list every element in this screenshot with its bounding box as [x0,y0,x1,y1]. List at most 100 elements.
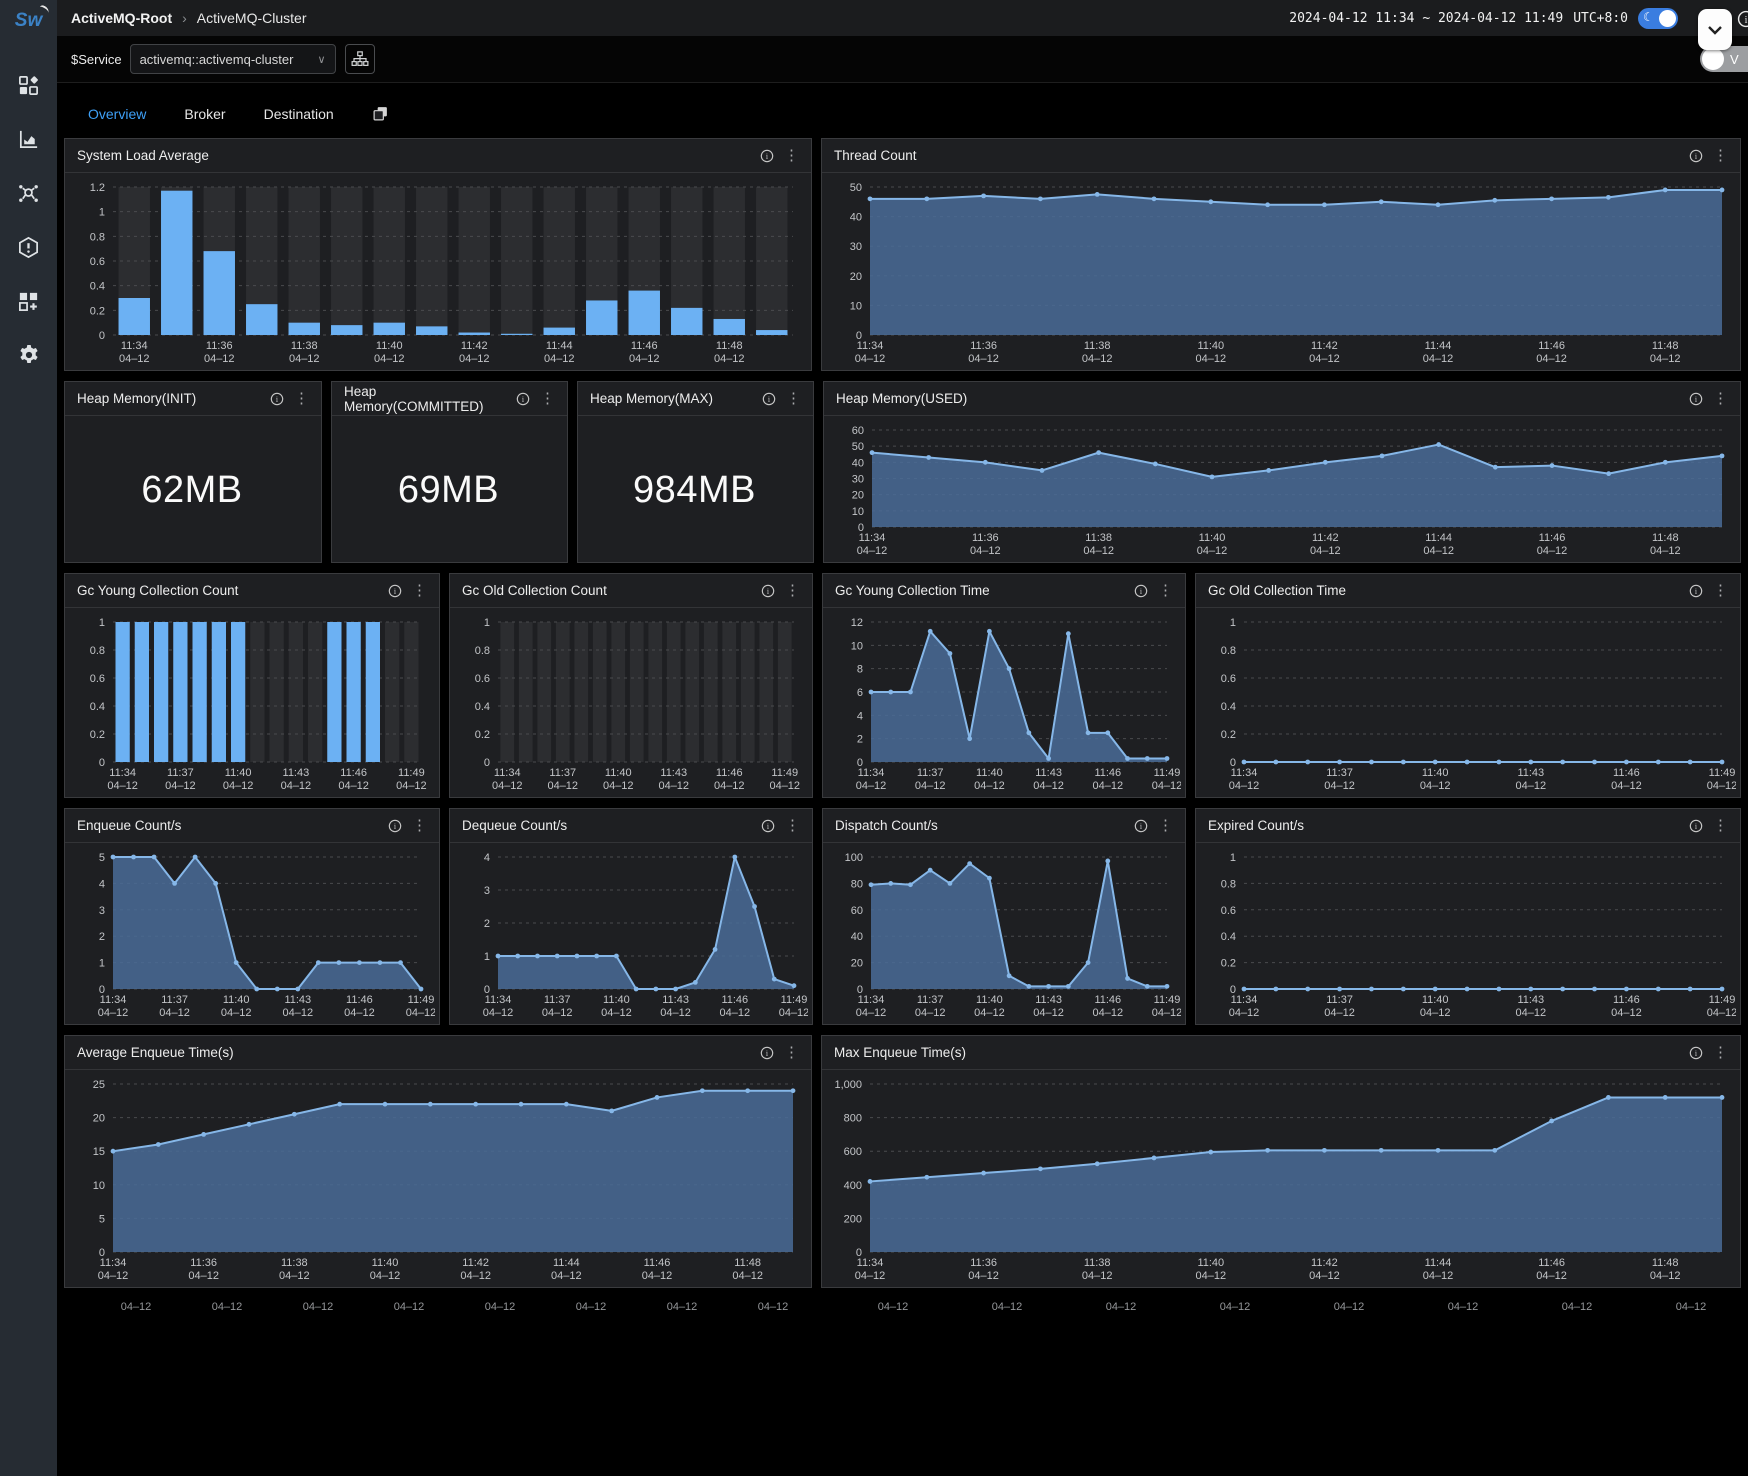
expand-header-button[interactable] [1698,9,1732,50]
info-icon[interactable]: i [1689,819,1703,833]
info-icon[interactable]: i [1689,149,1703,163]
app-root: Sw ActiveMQ-Root › ActiveMQ-Cluster 2024… [0,0,1748,1476]
kebab-menu-icon[interactable]: ⋮ [784,1045,799,1060]
kebab-menu-icon[interactable]: ⋮ [1713,148,1728,163]
kebab-menu-icon[interactable]: ⋮ [294,391,309,406]
svg-text:25: 25 [93,1079,105,1091]
svg-text:600: 600 [844,1146,862,1158]
max-enqueue-time-chart: 02004006008001,00011:3404–1211:3604–1211… [824,1074,1736,1285]
tab-overview[interactable]: Overview [88,106,146,122]
gc-young-count-chart: 00.20.40.60.8111:3404–1211:3704–1211:400… [67,612,435,795]
kebab-menu-icon[interactable]: ⋮ [1713,818,1728,833]
panel-header: System Load Average i⋮ [65,139,811,173]
info-icon[interactable]: i [270,392,284,406]
info-icon[interactable]: i [1134,584,1148,598]
info-icon[interactable]: i [761,584,775,598]
bar-chart-icon [17,128,40,151]
info-icon[interactable]: i [388,819,402,833]
svg-text:11:43: 11:43 [283,767,310,779]
info-icon[interactable]: i [1689,392,1703,406]
svg-text:8: 8 [857,664,863,676]
svg-text:04–12: 04–12 [1536,1270,1567,1282]
kebab-menu-icon[interactable]: ⋮ [1713,391,1728,406]
svg-text:04–12: 04–12 [1197,545,1228,557]
sidebar-item-topology[interactable] [0,166,57,220]
svg-text:0.2: 0.2 [475,729,490,741]
tab-destination[interactable]: Destination [264,106,334,122]
svg-text:04–12: 04–12 [1309,1270,1340,1282]
svg-text:i: i [276,395,279,404]
time-range-display[interactable]: 2024-04-12 11:34 ~ 2024-04-12 11:49 [1289,11,1563,26]
info-icon[interactable]: i [760,149,774,163]
service-select[interactable]: activemq::activemq-cluster ∨ [130,44,336,74]
kebab-menu-icon[interactable]: ⋮ [412,583,427,598]
svg-text:80: 80 [851,878,863,890]
info-icon[interactable]: i [516,392,530,406]
svg-text:15: 15 [93,1146,105,1158]
view-toggle-label: V [1730,52,1739,67]
kebab-menu-icon[interactable]: ⋮ [786,391,801,406]
sidebar-item-dashboards[interactable] [0,58,57,112]
tab-broker[interactable]: Broker [184,106,225,122]
kebab-menu-icon[interactable]: ⋮ [412,818,427,833]
info-icon-edge[interactable]: i [1737,10,1748,33]
info-icon[interactable]: i [761,819,775,833]
svg-text:11:42: 11:42 [1311,340,1338,352]
svg-text:i: i [1140,822,1143,831]
skywalking-logo[interactable]: Sw [15,10,42,32]
sidebar-item-settings[interactable] [0,328,57,382]
panel-title: Thread Count [834,148,917,163]
info-icon[interactable]: i [760,1046,774,1060]
topology-view-button[interactable] [345,44,375,74]
service-label: $Service [71,52,122,67]
svg-text:20: 20 [850,271,862,283]
sidebar-item-charts[interactable] [0,112,57,166]
cutoff-date-label: 04–12 [212,1301,243,1313]
kebab-menu-icon[interactable]: ⋮ [785,818,800,833]
info-icon[interactable]: i [1689,584,1703,598]
kebab-menu-icon[interactable]: ⋮ [784,148,799,163]
cutoff-date-label: 04–12 [303,1301,334,1313]
kebab-menu-icon[interactable]: ⋮ [540,391,555,406]
svg-text:200: 200 [844,1213,862,1225]
svg-text:11:43: 11:43 [660,767,687,779]
svg-text:0.2: 0.2 [1221,958,1236,970]
svg-text:04–12: 04–12 [601,1007,632,1019]
info-icon[interactable]: i [762,392,776,406]
kebab-menuicon[interactable]: ⋮ [1713,1045,1728,1060]
info-icon[interactable]: i [1134,819,1148,833]
dark-mode-toggle[interactable]: ☾ [1638,8,1678,29]
sidebar-item-alerting[interactable] [0,220,57,274]
svg-text:0: 0 [484,757,490,769]
svg-text:04–12: 04–12 [1082,1270,1113,1282]
svg-text:11:48: 11:48 [1652,1257,1679,1269]
kebab-menu-icon[interactable]: ⋮ [1713,583,1728,598]
svg-text:12: 12 [851,617,863,629]
svg-text:i: i [394,822,397,831]
kebab-menu-icon[interactable]: ⋮ [1158,583,1173,598]
info-icon[interactable]: i [1689,1046,1703,1060]
kebab-menu-icon[interactable]: ⋮ [1158,818,1173,833]
panel-heap-committed: Heap Memory(COMMITTED) i⋮ 69MB [331,381,568,563]
svg-text:0.4: 0.4 [90,701,105,713]
svg-text:5: 5 [99,1213,105,1225]
svg-text:i: i [767,822,770,831]
cutoff-date-label: 04–12 [1562,1301,1593,1313]
svg-text:11:37: 11:37 [544,994,571,1006]
svg-text:0.2: 0.2 [90,729,105,741]
svg-text:11:46: 11:46 [346,994,373,1006]
kebab-menu-icon[interactable]: ⋮ [785,583,800,598]
svg-text:11:43: 11:43 [1035,994,1062,1006]
svg-text:04–12: 04–12 [281,780,312,792]
svg-text:04–12: 04–12 [492,780,523,792]
panel-title: Gc Old Collection Count [462,583,607,598]
panel-gc-young-time: Gc Young Collection Time i⋮ 02468101211:… [822,573,1186,798]
svg-text:04–12: 04–12 [1152,1007,1181,1019]
info-icon[interactable]: i [388,584,402,598]
breadcrumb-root[interactable]: ActiveMQ-Root [71,10,172,26]
svg-text:11:43: 11:43 [1517,767,1544,779]
copy-dashboard-button[interactable] [372,105,389,122]
sidebar-item-marketplace[interactable] [0,274,57,328]
svg-text:11:34: 11:34 [100,994,127,1006]
cutoff-date-label: 04–12 [992,1301,1023,1313]
